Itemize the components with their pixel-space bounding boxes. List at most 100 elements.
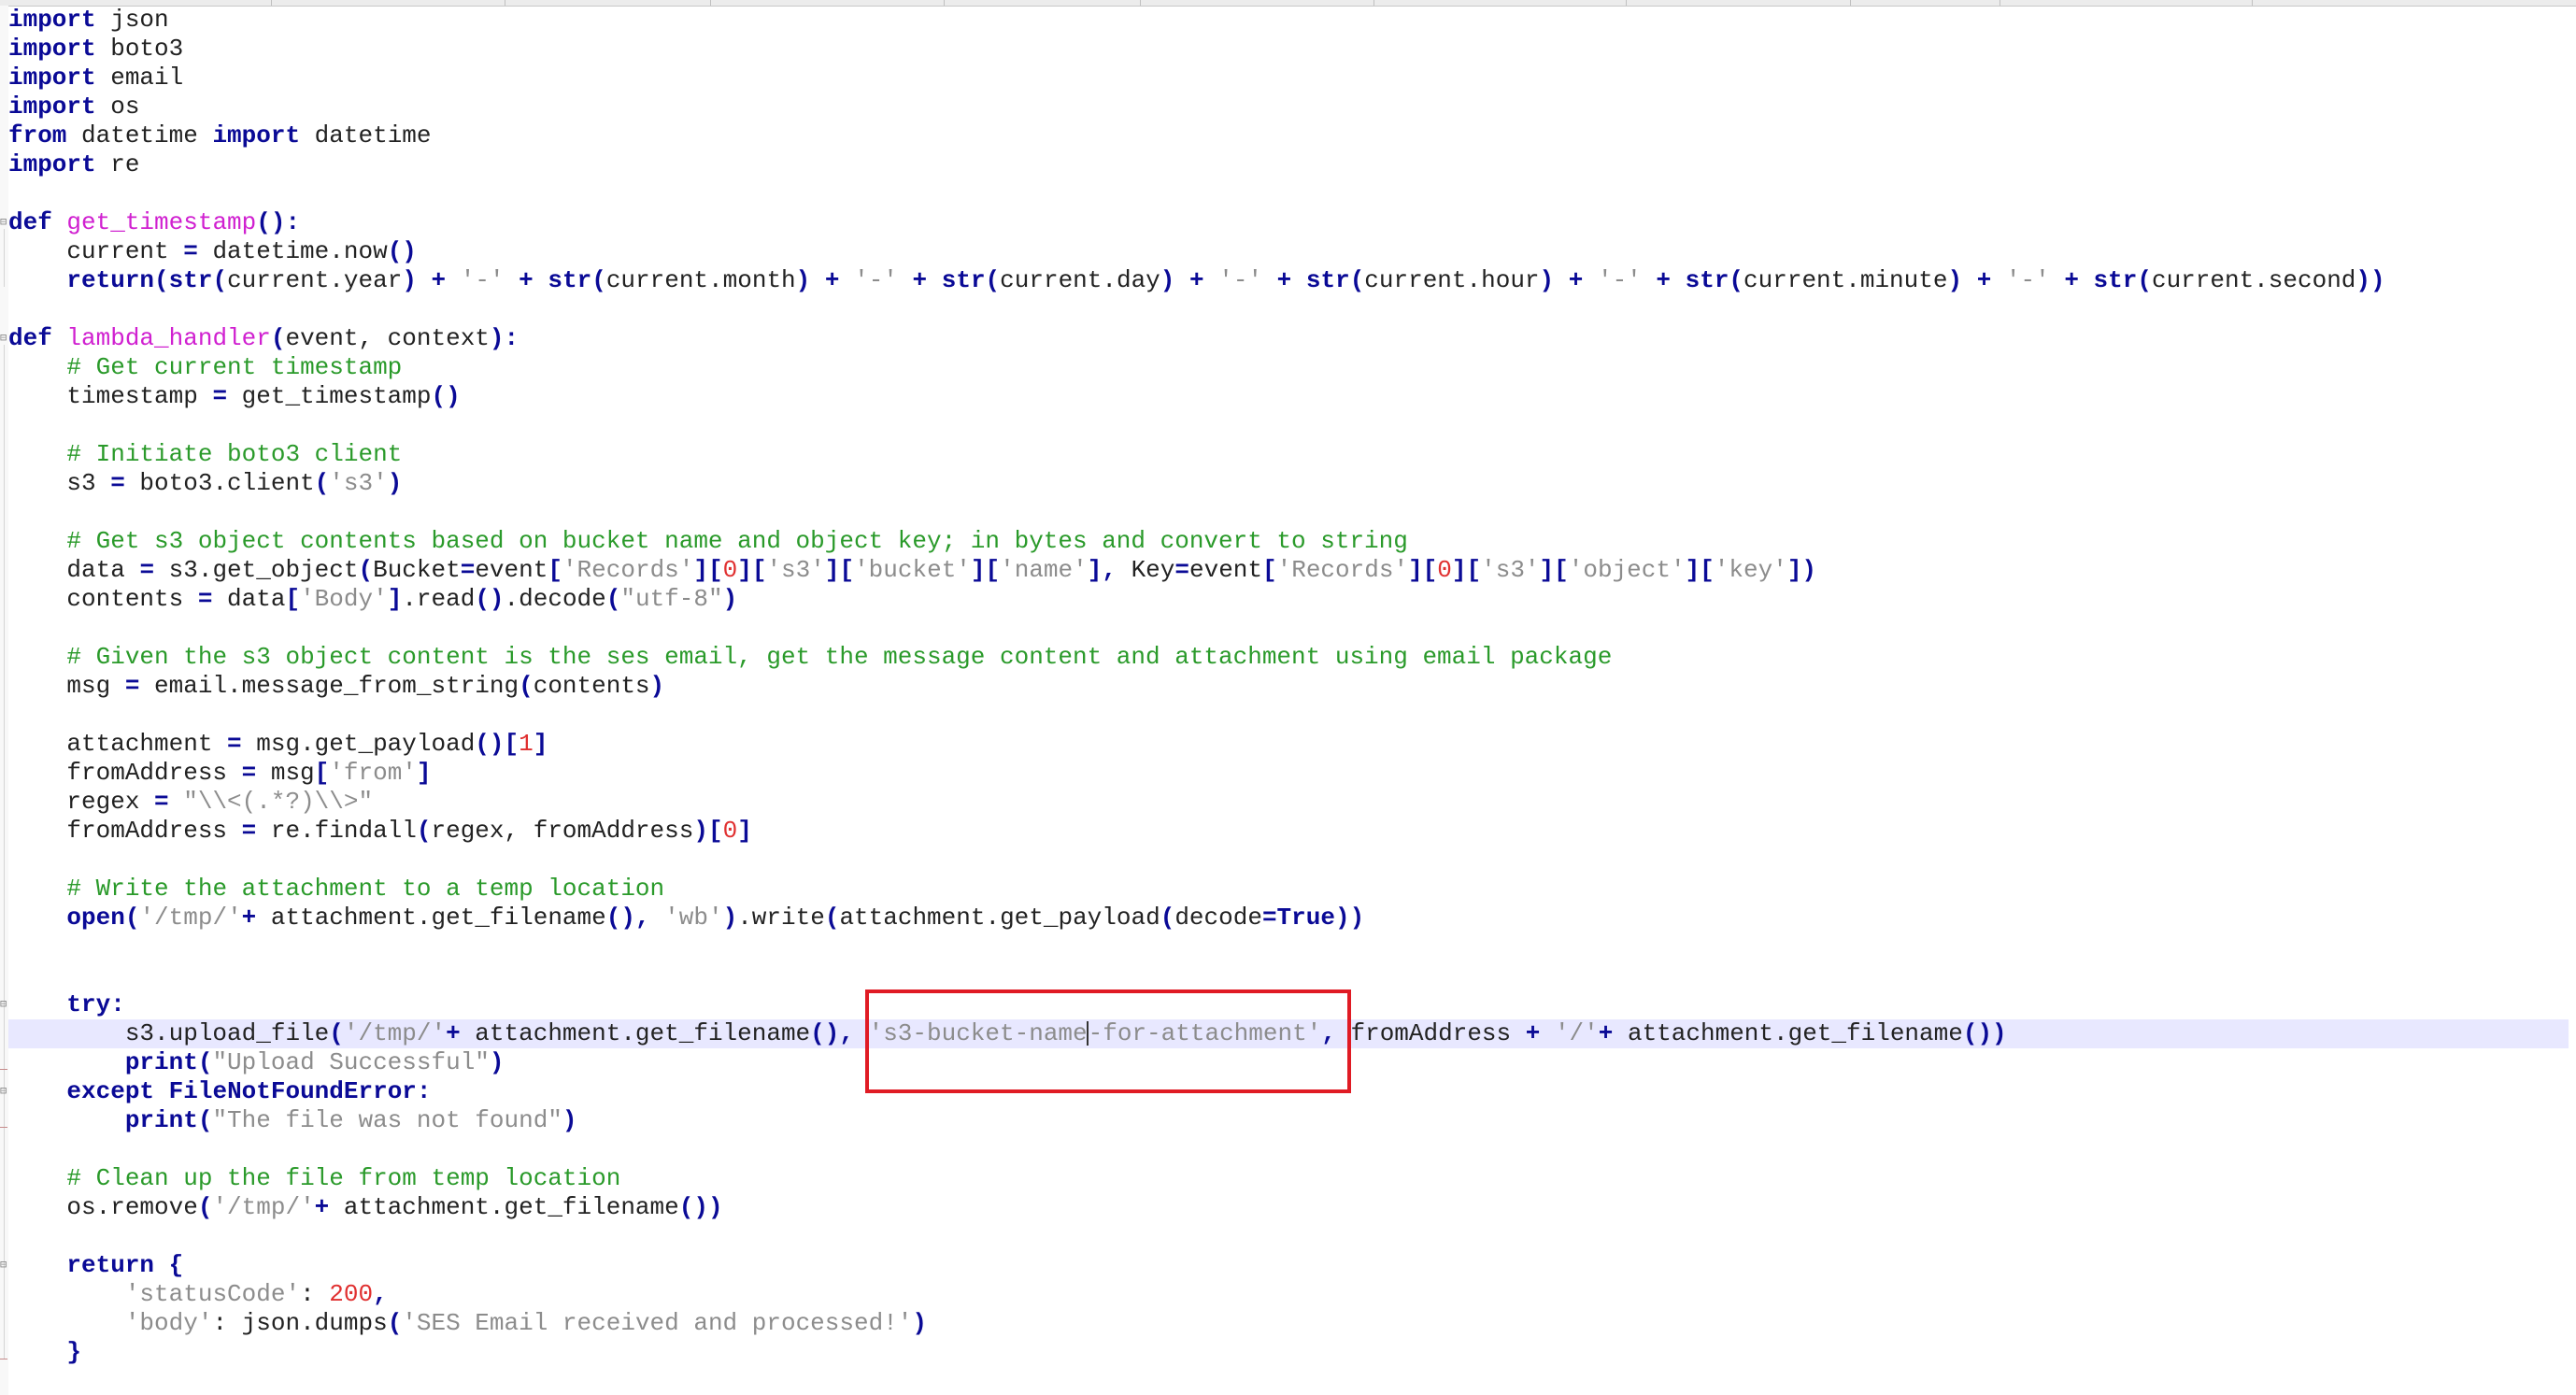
code-line[interactable]: current = datetime.now() (8, 237, 2569, 266)
code-token: event (475, 556, 548, 584)
fold-toggle-icon[interactable]: ⊟ (0, 1085, 7, 1098)
code-token: ) (562, 1106, 577, 1134)
code-token: ] (737, 817, 752, 845)
code-line[interactable] (8, 614, 2569, 643)
code-token: ( (314, 469, 330, 497)
fold-toggle-icon[interactable]: ⊟ (0, 998, 7, 1011)
code-token: data (212, 585, 286, 613)
code-line[interactable]: import json (8, 6, 2569, 35)
code-token: email (95, 64, 184, 92)
fold-toggle-icon[interactable]: ⊟ (0, 1259, 7, 1272)
code-line[interactable]: # Given the s3 object content is the ses… (8, 643, 2569, 672)
code-token: : json.dumps (212, 1309, 388, 1337)
code-line[interactable]: data = s3.get_object(Bucket=event['Recor… (8, 556, 2569, 585)
code-token: ) (489, 1048, 505, 1076)
code-line[interactable]: except FileNotFoundError: (8, 1077, 2569, 1106)
code-token: print (124, 1048, 198, 1076)
code-line[interactable] (8, 295, 2569, 324)
code-token: )) (1334, 904, 1365, 932)
code-token: "The file was not found" (212, 1106, 562, 1134)
code-line[interactable]: try: (8, 990, 2569, 1019)
code-token: + (1189, 266, 1204, 294)
code-line[interactable]: } (8, 1338, 2569, 1367)
code-token: return (66, 1251, 155, 1279)
code-line[interactable]: 'statusCode': 200, (8, 1280, 2569, 1309)
code-token: s3.upload_file (8, 1019, 330, 1047)
code-token: ()) (1962, 1019, 2007, 1047)
code-line[interactable] (8, 846, 2569, 875)
code-line[interactable]: os.remove('/tmp/'+ attachment.get_filena… (8, 1193, 2569, 1222)
code-token: ] (416, 759, 432, 787)
code-line[interactable]: import boto3 (8, 35, 2569, 64)
code-token: = (183, 237, 198, 265)
code-token: 1 (519, 730, 534, 758)
code-line[interactable]: print("The file was not found") (8, 1106, 2569, 1135)
code-token: current.minute (1743, 266, 1948, 294)
code-token: re (95, 150, 140, 178)
code-token: 'from' (329, 759, 417, 787)
code-token: () (475, 585, 505, 613)
code-token: 's3-bucket-name (868, 1019, 1088, 1047)
code-line[interactable] (8, 961, 2569, 990)
code-token: attachment.get_filename (460, 1019, 811, 1047)
code-line[interactable]: # Write the attachment to a temp locatio… (8, 875, 2569, 904)
code-line[interactable]: import os (8, 93, 2569, 121)
code-area[interactable]: import json import boto3 import email impor… (8, 6, 2569, 1367)
code-line[interactable]: regex = "\\<(.*?)\\>" (8, 788, 2569, 817)
code-line[interactable]: return { (8, 1251, 2569, 1280)
code-line[interactable]: import email (8, 64, 2569, 93)
code-line[interactable] (8, 1222, 2569, 1251)
code-token: + (431, 266, 447, 294)
code-token: + (824, 266, 840, 294)
code-line[interactable]: open('/tmp/'+ attachment.get_filename(),… (8, 904, 2569, 932)
code-token: msg (256, 759, 315, 787)
code-line[interactable]: msg = email.message_from_string(contents… (8, 672, 2569, 701)
code-line[interactable]: def get_timestamp(): (8, 208, 2569, 237)
code-editor[interactable]: ⊟ ⊟ ⊟ ⊟ ⊟ import json import boto3 import emai… (0, 0, 2576, 1395)
fold-toggle-icon[interactable]: ⊟ (0, 332, 7, 345)
code-line[interactable]: # Clean up the file from temp location (8, 1164, 2569, 1193)
code-token: ][ (693, 556, 723, 584)
code-token: = (1261, 904, 1277, 932)
code-token: + (1976, 266, 1992, 294)
code-line[interactable] (8, 179, 2569, 208)
code-token: : (300, 1280, 330, 1308)
code-line[interactable]: return(str(current.year) + '-' + str(cur… (8, 266, 2569, 295)
code-line[interactable]: def lambda_handler(event, context): (8, 324, 2569, 353)
code-token: + (1525, 1019, 1541, 1047)
code-line[interactable]: 'body': json.dumps('SES Email received a… (8, 1309, 2569, 1338)
code-line[interactable] (8, 932, 2569, 961)
code-line[interactable]: import re (8, 150, 2569, 179)
code-line[interactable]: from datetime import datetime (8, 121, 2569, 150)
code-token: = (212, 382, 228, 410)
fold-toggle-icon[interactable]: ⊟ (0, 216, 7, 229)
code-token: ][ (1685, 556, 1715, 584)
code-line[interactable]: # Get current timestamp (8, 353, 2569, 382)
code-line[interactable]: # Get s3 object contents based on bucket… (8, 527, 2569, 556)
code-token: fromAddress (1335, 1019, 1526, 1047)
code-line[interactable]: print("Upload Successful") (8, 1048, 2569, 1077)
code-line[interactable] (8, 1135, 2569, 1164)
code-line[interactable]: fromAddress = msg['from'] (8, 759, 2569, 788)
code-line[interactable]: attachment = msg.get_payload()[1] (8, 730, 2569, 759)
code-token: ( (270, 324, 286, 352)
code-token: import (8, 93, 96, 121)
code-line[interactable] (8, 411, 2569, 440)
code-line[interactable]: s3 = boto3.client('s3') (8, 469, 2569, 498)
code-token: + (519, 266, 534, 294)
code-line[interactable] (8, 701, 2569, 730)
code-line[interactable]: # Initiate boto3 client (8, 440, 2569, 469)
code-line[interactable] (8, 498, 2569, 527)
code-line[interactable]: timestamp = get_timestamp() (8, 382, 2569, 411)
code-line[interactable]: contents = data['Body'].read().decode("u… (8, 585, 2569, 614)
code-line[interactable]: s3.upload_file('/tmp/'+ attachment.get_f… (8, 1019, 2569, 1048)
code-line[interactable]: fromAddress = re.findall(regex, fromAddr… (8, 817, 2569, 846)
